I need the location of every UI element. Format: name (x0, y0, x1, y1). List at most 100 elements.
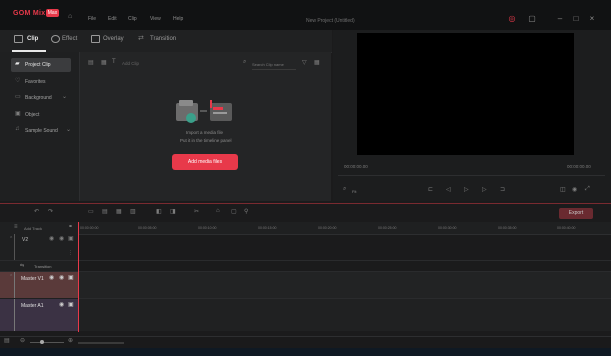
window-title: New Project (Untitled) (306, 18, 355, 24)
ruler-tick: 00:00:05:00 (138, 226, 157, 230)
collapse-icon[interactable]: ⌃ (9, 274, 13, 280)
tool-icon[interactable]: ▦ (116, 208, 122, 215)
playhead[interactable] (78, 222, 79, 332)
account-icon[interactable]: ▢ (526, 14, 538, 24)
lock-icon[interactable]: ▣ (68, 274, 74, 281)
home-icon[interactable]: ⌂ (68, 13, 72, 20)
redo-icon[interactable]: ↷ (48, 208, 53, 215)
mark-in-icon[interactable]: ⊏ (428, 186, 433, 193)
ruler-tick: 00:00:10:00 (198, 226, 217, 230)
track-row-master-a1[interactable] (78, 299, 611, 331)
track-marker (14, 299, 15, 331)
tool-icon[interactable]: ◧ (156, 208, 162, 215)
add-track-label[interactable]: Add Track (24, 226, 42, 231)
export-button[interactable]: Export (559, 208, 593, 219)
clip-tab-icon (14, 35, 23, 43)
mark-out-icon[interactable]: ⊐ (500, 186, 505, 193)
ruler-tick: 00:00:30:00 (438, 226, 457, 230)
chevron-down-icon[interactable]: ⌄ (66, 126, 71, 133)
media-icon[interactable]: ▦ (101, 59, 107, 66)
zoom-slider-handle[interactable] (40, 340, 44, 344)
tool-icon[interactable]: ▢ (231, 208, 237, 215)
minimize-button[interactable]: – (554, 14, 566, 24)
snapshot-icon[interactable]: ◫ (560, 186, 566, 193)
sidebar-item-background[interactable]: Background (25, 95, 52, 101)
tool-icon[interactable]: ◨ (170, 208, 176, 215)
transition-icon: ⇆ (20, 263, 25, 269)
eye-icon[interactable]: ◉ (59, 301, 64, 308)
eye-icon[interactable]: ◉ (59, 274, 64, 281)
lock-icon[interactable]: ▣ (68, 235, 74, 242)
track-label-master-a1: Master A1 (21, 303, 44, 309)
add-clip-label[interactable]: Add Clip (122, 61, 139, 66)
undo-icon[interactable]: ↶ (34, 208, 39, 215)
logo-badge: Max (46, 9, 59, 17)
import-icon[interactable]: ▤ (88, 59, 94, 66)
zoom-icon[interactable]: ⌕ (343, 186, 346, 193)
menu-file[interactable]: File (88, 16, 96, 22)
tool-icon[interactable]: ▤ (102, 208, 108, 215)
sidebar-item-sample-sound[interactable]: Sample Sound (25, 128, 58, 134)
fullscreen-icon[interactable]: ⤢ (585, 186, 590, 193)
tool-icon[interactable]: ▭ (88, 208, 94, 215)
tool-icon[interactable]: ⌂ (216, 208, 220, 214)
track-label-master-v1: Master V1 (21, 276, 44, 282)
music-icon: ♫ (15, 126, 20, 132)
view-icon[interactable]: ◉ (572, 186, 577, 193)
notification-icon[interactable]: ◎ (506, 14, 518, 24)
tab-overlay[interactable]: Overlay (103, 36, 124, 42)
more-icon[interactable]: ⋮ (68, 250, 73, 256)
tool-icon[interactable]: ⚲ (244, 208, 248, 215)
chevron-down-icon[interactable]: ⌄ (62, 93, 67, 100)
eye-icon[interactable]: ◉ (59, 235, 64, 242)
empty-media-illustration (176, 100, 232, 123)
next-frame-icon[interactable]: ▷ (482, 186, 487, 193)
transition-tab-icon: ⇄ (138, 35, 144, 42)
layout-icon[interactable]: ▤ (4, 337, 10, 344)
filter-icon[interactable]: ▽ (302, 59, 307, 66)
tab-effect[interactable]: Effect (62, 36, 77, 42)
menu-view[interactable]: View (150, 16, 161, 22)
zoom-slider-track[interactable] (30, 342, 64, 343)
text-icon[interactable]: T (112, 59, 116, 65)
lock-icon[interactable]: ▣ (68, 301, 74, 308)
add-media-files-button[interactable]: Add media files (172, 154, 238, 170)
zoom-out-icon[interactable]: ⊖ (20, 337, 25, 344)
object-icon: ▣ (15, 111, 21, 117)
search-input[interactable]: Search Clip name (252, 60, 296, 70)
track-row-master-v1[interactable] (78, 272, 611, 299)
collapse-icon[interactable]: ⌃ (9, 236, 13, 242)
sidebar-item-object[interactable]: Object (25, 112, 39, 118)
eye-icon[interactable]: ◉ (49, 274, 54, 281)
grid-view-icon[interactable]: ▦ (314, 59, 320, 66)
effect-tab-icon (51, 35, 60, 43)
sidebar-item-favorites[interactable]: Favorites (25, 79, 46, 85)
track-marker (14, 272, 15, 298)
empty-state-line-2: Put it in the timeline panel (180, 138, 232, 143)
tab-clip[interactable]: Clip (27, 36, 38, 42)
prev-frame-icon[interactable]: ◁ (446, 186, 451, 193)
track-marker (14, 234, 15, 260)
timeline-scrollbar[interactable] (78, 342, 124, 344)
menu-help[interactable]: Help (173, 16, 183, 22)
maximize-button[interactable]: □ (570, 14, 582, 24)
close-button[interactable]: × (586, 14, 598, 24)
sidebar-item-project-clip[interactable]: Project Clip (25, 62, 51, 68)
preview-screen (357, 33, 574, 155)
heart-icon: ♡ (15, 78, 21, 84)
empty-state-line-1: Import a media file (186, 130, 224, 135)
cut-icon[interactable]: ✂ (194, 208, 199, 215)
eye-icon[interactable]: ◉ (49, 235, 54, 242)
track-label-transition: Transition (34, 264, 52, 269)
ruler-tick: 00:00:35:00 (498, 226, 517, 230)
play-icon[interactable]: ▷ (464, 186, 469, 193)
add-track-icon[interactable]: ≡ (14, 224, 18, 230)
tool-icon[interactable]: ▥ (130, 208, 136, 215)
tab-transition[interactable]: Transition (150, 36, 176, 42)
zoom-level[interactable]: Fit (352, 189, 356, 194)
zoom-in-icon[interactable]: ⊕ (68, 337, 73, 344)
menu-edit[interactable]: Edit (108, 16, 117, 22)
link-icon[interactable]: ⚭ (68, 223, 73, 230)
preview-divider (338, 175, 605, 176)
menu-clip[interactable]: Clip (128, 16, 137, 22)
